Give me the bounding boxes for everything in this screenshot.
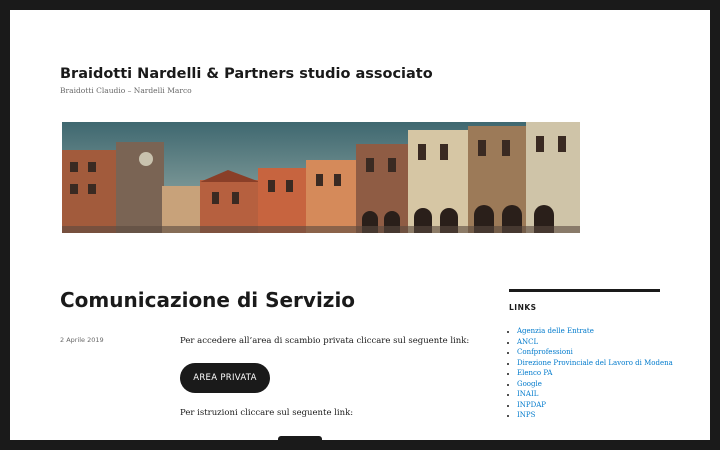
page: Braidotti Nardelli & Partners studio ass… — [10, 10, 710, 440]
list-item: Elenco PA — [517, 368, 660, 379]
links-list: Agenzia delle Entrate ANCL Confprofessio… — [509, 326, 673, 421]
post-title[interactable]: Comunicazione di Servizio — [60, 288, 355, 312]
list-item: Google — [517, 379, 660, 390]
link-inpdap[interactable]: INPDAP — [517, 401, 546, 409]
list-item: Agenzia delle Entrate — [517, 326, 660, 337]
link-ancl[interactable]: ANCL — [517, 338, 538, 346]
link-dpl-modena[interactable]: Direzione Provinciale del Lavoro di Mode… — [517, 359, 673, 367]
header-image[interactable] — [62, 122, 580, 233]
list-item: Direzione Provinciale del Lavoro di Mode… — [517, 358, 673, 369]
header-image-graphic — [62, 122, 580, 233]
list-item: INPS — [517, 410, 660, 421]
list-item: INPDAP — [517, 400, 660, 411]
list-item: ANCL — [517, 337, 660, 348]
link-elenco-pa[interactable]: Elenco PA — [517, 369, 552, 377]
link-google[interactable]: Google — [517, 380, 542, 388]
list-item: Confprofessioni — [517, 347, 660, 358]
link-confprofessioni[interactable]: Confprofessioni — [517, 348, 573, 356]
link-inail[interactable]: INAIL — [517, 390, 538, 398]
site-title[interactable]: Braidotti Nardelli & Partners studio ass… — [60, 66, 433, 82]
link-agenzia-entrate[interactable]: Agenzia delle Entrate — [517, 327, 594, 335]
instructions-button[interactable] — [278, 436, 322, 440]
post-text-access: Per accedere all’area di scambio privata… — [180, 336, 470, 346]
post-date[interactable]: 2 Aprile 2019 — [60, 336, 104, 344]
list-item: INAIL — [517, 389, 660, 400]
widget-title: LINKS — [509, 303, 537, 312]
links-widget: LINKS Agenzia delle Entrate ANCL Confpro… — [509, 289, 673, 421]
link-inps[interactable]: INPS — [517, 411, 535, 419]
post-text-instructions: Per istruzioni cliccare sul seguente lin… — [180, 408, 354, 418]
site-description: Braidotti Claudio – Nardelli Marco — [60, 86, 192, 95]
area-privata-button[interactable]: AREA PRIVATA — [180, 363, 270, 393]
